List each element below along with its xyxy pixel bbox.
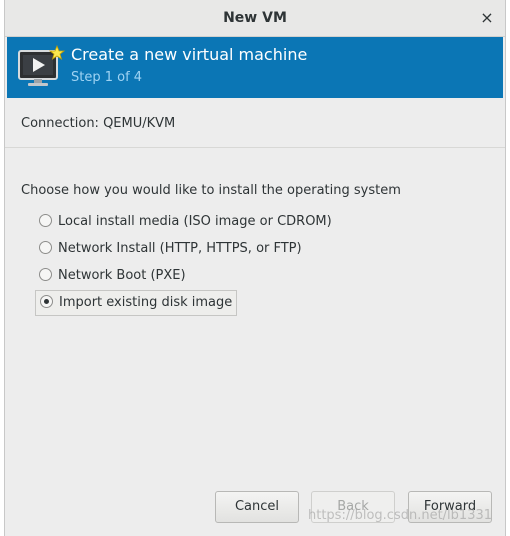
divider	[5, 147, 505, 148]
option-label: Network Install (HTTP, HTTPS, or FTP)	[58, 241, 302, 256]
radio-icon[interactable]	[39, 241, 52, 254]
wizard-banner: Create a new virtual machine Step 1 of 4	[7, 37, 503, 98]
radio-icon[interactable]	[39, 268, 52, 281]
cancel-button[interactable]: Cancel	[215, 491, 299, 523]
monitor-new-icon	[18, 45, 65, 86]
connection-label: Connection: QEMU/KVM	[21, 116, 176, 131]
radio-icon[interactable]	[39, 214, 52, 227]
watermark: https://blog.csdn.net/lb1331	[308, 508, 493, 523]
install-prompt: Choose how you would like to install the…	[21, 183, 401, 198]
option-network-boot[interactable]: Network Boot (PXE)	[35, 264, 190, 288]
new-vm-dialog: New VM × Create a new virtual machine St…	[4, 0, 506, 536]
option-label: Network Boot (PXE)	[58, 268, 186, 283]
banner-title: Create a new virtual machine	[71, 45, 308, 64]
option-label: Import existing disk image	[59, 295, 233, 310]
close-icon[interactable]: ×	[477, 8, 497, 28]
titlebar: New VM ×	[5, 0, 505, 37]
radio-checked-icon[interactable]	[40, 295, 53, 308]
option-local-media[interactable]: Local install media (ISO image or CDROM)	[35, 210, 336, 234]
window-title: New VM	[223, 10, 287, 26]
banner-step: Step 1 of 4	[71, 70, 143, 85]
option-network-install[interactable]: Network Install (HTTP, HTTPS, or FTP)	[35, 237, 306, 261]
option-label: Local install media (ISO image or CDROM)	[58, 214, 332, 229]
option-import-disk[interactable]: Import existing disk image	[35, 290, 238, 316]
